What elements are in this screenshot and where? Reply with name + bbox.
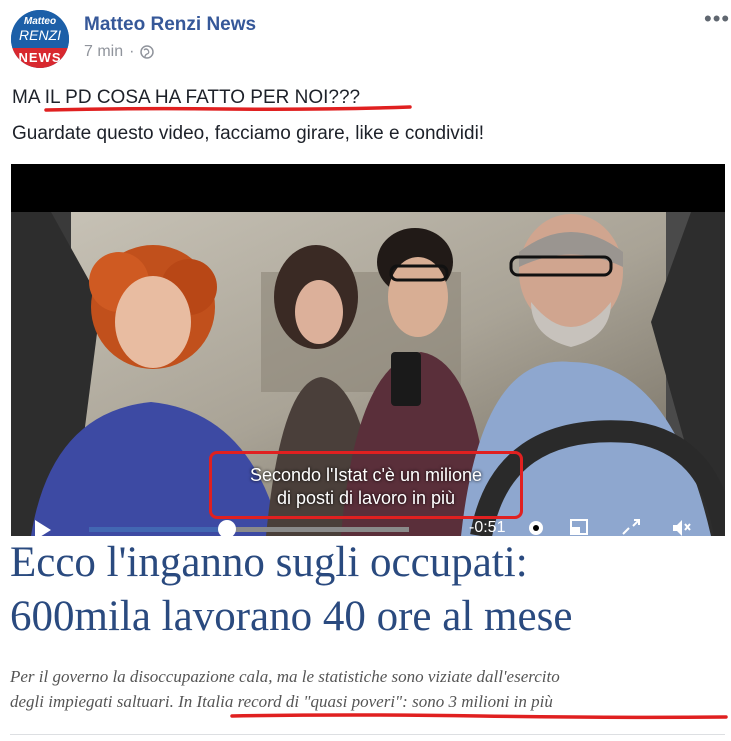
subtitle-line-1: Secondo l'Istat c'è un milione (249, 465, 482, 485)
progress-scrubber[interactable] (217, 520, 236, 536)
headline-line-2: 600mila lavorano 40 ore al mese (10, 593, 573, 640)
page-avatar[interactable]: Matteo RENZI NEWS (11, 10, 69, 68)
video-subtitle: Secondo l'Istat c'è un milione di posti … (211, 464, 521, 510)
progress-fill (89, 527, 227, 532)
article-standfirst: Per il governo la disoccupazione cala, m… (10, 664, 725, 714)
article-headline[interactable]: Ecco l'inganno sugli occupati: 600mila l… (10, 536, 725, 644)
standfirst-line-1: Per il governo la disoccupazione cala, m… (10, 667, 560, 686)
progress-bar[interactable] (89, 527, 409, 532)
avatar-text-2: RENZI (19, 27, 61, 43)
divider (10, 734, 725, 735)
post-text-line2: Guardate questo video, facciamo girare, … (12, 123, 485, 144)
subtitle-line-2: di posti di lavoro in più (276, 488, 456, 508)
headline-line-1: Ecco l'inganno sugli occupati: (10, 539, 528, 586)
fullscreen-icon[interactable] (621, 518, 641, 536)
post-meta: 7 min · (84, 43, 155, 61)
globe-icon[interactable] (140, 45, 155, 59)
video-controls: -0:51 (11, 514, 725, 536)
red-underline-annotation-2 (230, 713, 728, 720)
page-name-link[interactable]: Matteo Renzi News (84, 14, 256, 36)
play-icon[interactable] (35, 520, 51, 536)
post-timestamp[interactable]: 7 min (84, 43, 123, 61)
more-options-icon[interactable]: ••• (704, 8, 730, 32)
video-player[interactable]: Secondo l'Istat c'è un milione di posti … (11, 164, 725, 536)
post-header: Matteo RENZI NEWS Matteo Renzi News 7 mi… (0, 0, 731, 80)
separator-dot: · (129, 43, 135, 60)
red-underline-annotation-1 (44, 105, 412, 112)
settings-icon[interactable] (526, 518, 546, 536)
video-time: -0:51 (469, 519, 506, 536)
avatar-text-1: Matteo (23, 16, 57, 27)
popout-icon[interactable] (569, 518, 589, 536)
volume-muted-icon[interactable] (671, 518, 691, 536)
avatar-text-3: NEWS (18, 50, 62, 65)
